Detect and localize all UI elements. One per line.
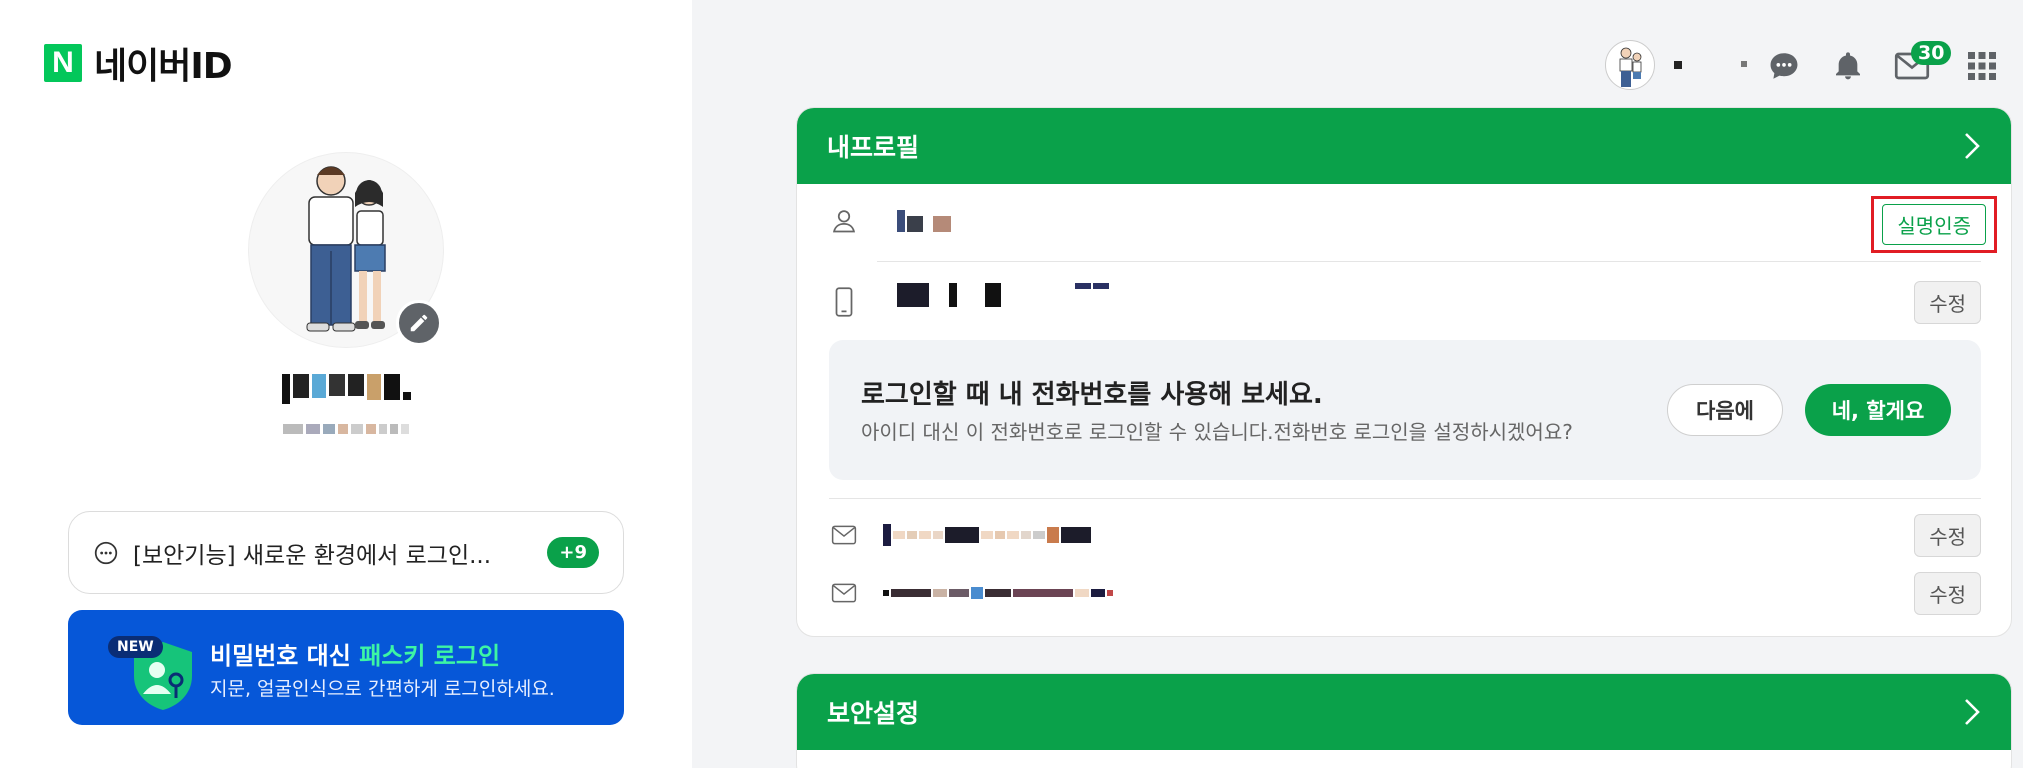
masked-username-dot: [1741, 61, 1747, 67]
divider: [877, 261, 1981, 262]
my-profile-card: 내프로필 실명인증 수정 로그인할 때 내 전화번호를 사용해 보세요. 아이디…: [796, 107, 2012, 637]
mail-count-badge: 30: [1911, 41, 1952, 65]
talk-bubble-icon: [1770, 53, 1798, 79]
security-settings-title: 보안설정: [827, 699, 920, 728]
grid-dots-icon: [1968, 52, 1996, 80]
bell-icon[interactable]: [1828, 46, 1868, 86]
suggestion-subtitle: 아이디 대신 이 전화번호로 로그인할 수 있습니다.전화번호 로그인을 설정하…: [861, 420, 1573, 444]
chevron-right-icon: [1965, 133, 1980, 159]
phone-login-suggestion: 로그인할 때 내 전화번호를 사용해 보세요. 아이디 대신 이 전화번호로 로…: [829, 340, 1981, 480]
masked-user-name: [0, 374, 692, 404]
pencil-icon: [410, 314, 428, 332]
security-settings-card: 보안설정: [796, 673, 2012, 768]
suggestion-title: 로그인할 때 내 전화번호를 사용해 보세요.: [861, 380, 1323, 410]
chat-bubble-icon: [94, 541, 118, 564]
security-settings-header[interactable]: 보안설정: [797, 674, 2011, 750]
masked-name-value: [897, 210, 951, 232]
email-row-2: 수정: [829, 571, 1981, 615]
edit-email-2-button[interactable]: 수정: [1914, 571, 1981, 615]
new-badge: NEW: [108, 636, 163, 658]
later-button[interactable]: 다음에: [1667, 384, 1783, 436]
accept-button[interactable]: 네, 할게요: [1805, 384, 1951, 436]
security-notice-button[interactable]: [보안기능] 새로운 환경에서 로그인... +9: [68, 511, 624, 594]
passkey-banner[interactable]: NEW 비밀번호 대신 패스키 로그인 지문, 얼굴인식으로 간편하게 로그인하…: [68, 610, 624, 725]
chevron-right-icon: [1965, 699, 1980, 725]
masked-username-dot: [1674, 61, 1682, 69]
apps-grid-icon[interactable]: [1962, 46, 2002, 86]
divider: [829, 498, 1981, 499]
my-profile-header[interactable]: 내프로필: [797, 108, 2011, 184]
email-row-1: 수정: [829, 513, 1981, 557]
edit-avatar-button[interactable]: [396, 300, 442, 346]
my-profile-title: 내프로필: [827, 133, 920, 162]
edit-email-1-button[interactable]: 수정: [1914, 513, 1981, 557]
naver-logo-mark: N: [44, 44, 82, 82]
notice-count-badge: +9: [547, 537, 599, 568]
edit-phone-button[interactable]: 수정: [1914, 280, 1981, 324]
notification-bell-icon: [1836, 52, 1860, 80]
envelope-icon: [829, 578, 859, 608]
banner-title-highlight: 패스키 로그인: [359, 642, 501, 670]
phone-row: 수정: [829, 280, 1981, 324]
topbar-profile-avatar[interactable]: [1605, 40, 1655, 90]
banner-subtitle: 지문, 얼굴인식으로 간편하게 로그인하세요.: [210, 678, 555, 700]
phone-icon: [829, 287, 859, 317]
masked-phone-value: [897, 283, 1109, 307]
banner-title: 비밀번호 대신 패스키 로그인: [210, 636, 500, 671]
chat-icon[interactable]: [1764, 46, 1804, 86]
naver-id-logo[interactable]: N 네이버ID: [44, 44, 233, 87]
name-row: [829, 204, 1981, 238]
left-panel: N 네이버ID [보안기능] 새로운 환경에서 로그인... +9 NEW 비밀…: [0, 0, 692, 768]
profile-avatar-wrap: [248, 152, 444, 348]
real-name-verify-button[interactable]: 실명인증: [1882, 204, 1986, 245]
couple-mini-illustration: [1619, 47, 1642, 87]
envelope-icon: [829, 520, 859, 550]
masked-user-email: [0, 424, 692, 434]
logo-text: 네이버ID: [94, 46, 233, 87]
security-notice-text: [보안기능] 새로운 환경에서 로그인...: [133, 542, 492, 569]
banner-title-prefix: 비밀번호 대신: [210, 642, 360, 670]
verify-highlight-box: 실명인증: [1871, 196, 1997, 253]
masked-email-2: [883, 587, 1113, 599]
masked-email-1: [883, 524, 1091, 546]
person-icon: [829, 206, 859, 236]
